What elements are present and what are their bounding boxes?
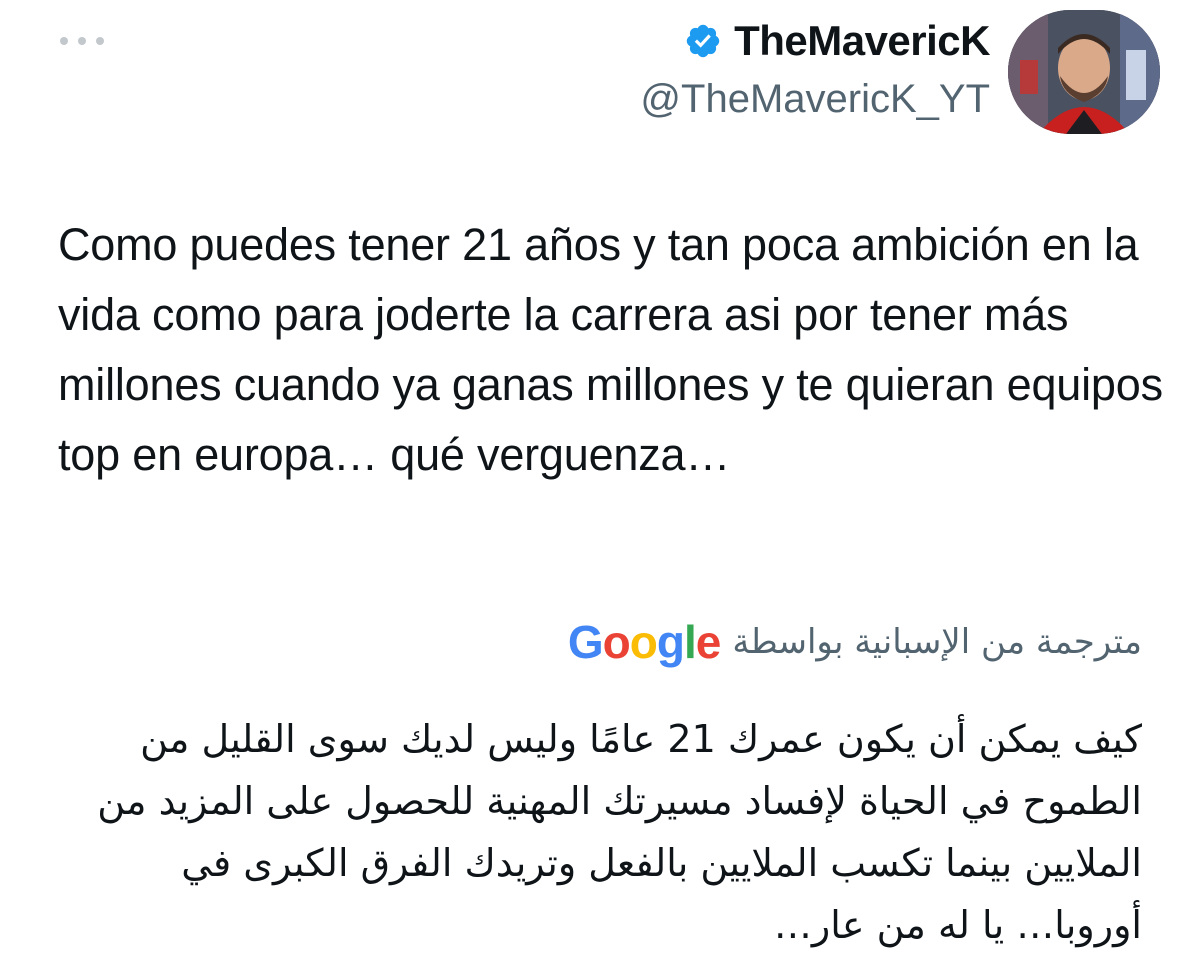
more-horizontal-icon-dot-3 [96, 37, 104, 45]
author-display-name[interactable]: TheMavericK [734, 14, 990, 68]
tweet-author[interactable]: TheMavericK @TheMavericK_YT [640, 14, 990, 126]
author-handle[interactable]: @TheMavericK_YT [640, 72, 990, 126]
translation-header: Google مترجمة من الإسبانية بواسطة [568, 612, 1142, 672]
more-options-button[interactable] [60, 30, 104, 52]
google-logo-letter: G [567, 616, 604, 668]
avatar[interactable] [1008, 10, 1160, 134]
author-name-row: TheMavericK [640, 14, 990, 68]
google-logo-letter: o [602, 616, 631, 668]
google-logo-letter: e [695, 616, 722, 668]
google-logo: Google [567, 612, 722, 672]
translated-tweet-text: كيف يمكن أن يكون عمرك 21 عامًا وليس لديك… [97, 717, 1142, 947]
tweet-text: Como puedes tener 21 años y tan poca amb… [58, 219, 1163, 480]
google-logo-letter: o [629, 616, 658, 668]
google-logo-letter: l [683, 616, 697, 668]
translated-from-label[interactable]: مترجمة من الإسبانية بواسطة [732, 622, 1142, 662]
google-logo-letter: g [656, 616, 685, 668]
more-horizontal-icon [60, 37, 68, 45]
more-horizontal-icon-dot-2 [78, 37, 86, 45]
verified-badge-icon [684, 22, 722, 60]
